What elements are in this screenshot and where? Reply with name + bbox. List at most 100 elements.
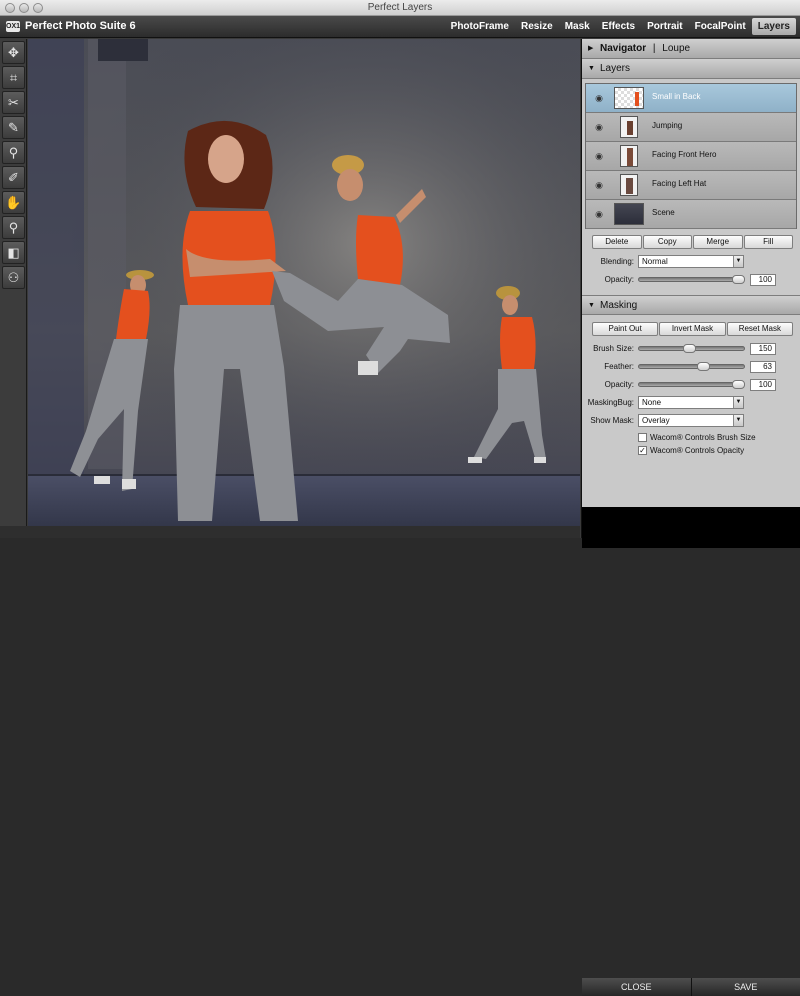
- layer-thumbnail: [620, 174, 638, 196]
- copy-layer-button[interactable]: Copy: [643, 235, 693, 249]
- retouch-tool[interactable]: ⚲: [2, 141, 25, 164]
- wacom-opacity-checkbox[interactable]: ✓: [638, 446, 647, 455]
- layer-name: Facing Left Hat: [652, 179, 706, 188]
- layer-row-jumping[interactable]: ◉ Jumping: [586, 113, 796, 142]
- merge-layer-button[interactable]: Merge: [693, 235, 743, 249]
- fill-layer-button[interactable]: Fill: [744, 235, 794, 249]
- layers-title: Layers: [600, 63, 630, 74]
- layer-row-facing-left-hat[interactable]: ◉ Facing Left Hat: [586, 171, 796, 200]
- brush-size-row: Brush Size: 150: [582, 340, 800, 358]
- visibility-eye-icon[interactable]: ◉: [594, 122, 604, 132]
- blending-row: Blending: Normal ▼: [582, 253, 800, 271]
- show-mask-label: Show Mask:: [582, 416, 634, 425]
- mask-opacity-value[interactable]: 100: [750, 379, 776, 391]
- retouch-icon: ⚲: [9, 145, 19, 160]
- show-mask-select[interactable]: Overlay ▼: [638, 414, 744, 427]
- compare-tool[interactable]: ◧: [2, 241, 25, 264]
- visibility-eye-icon[interactable]: ◉: [594, 209, 604, 219]
- layer-thumbnail: [614, 203, 644, 225]
- tab-mask[interactable]: Mask: [559, 18, 596, 35]
- paint-out-button[interactable]: Paint Out: [592, 322, 658, 336]
- hand-icon: ✋: [5, 195, 21, 210]
- feather-value[interactable]: 63: [750, 361, 776, 373]
- status-strip: [0, 526, 580, 538]
- chevron-down-icon: ▼: [733, 256, 743, 267]
- visibility-eye-icon[interactable]: ◉: [594, 180, 604, 190]
- hand-tool[interactable]: ✋: [2, 191, 25, 214]
- layers-list: ◉ Small in Back ◉ Jumping ◉ Facing Front…: [585, 83, 797, 229]
- tab-navigator[interactable]: Navigator: [600, 43, 646, 54]
- visibility-eye-icon[interactable]: ◉: [594, 151, 604, 161]
- layer-opacity-slider[interactable]: [638, 277, 745, 282]
- slider-knob[interactable]: [683, 344, 696, 353]
- navigator-header[interactable]: ▶ Navigator | Loupe: [582, 39, 800, 59]
- scissors-tool[interactable]: ✂: [2, 91, 25, 114]
- wacom-brush-size-option[interactable]: Wacom® Controls Brush Size: [582, 432, 800, 445]
- layer-row-small-in-back[interactable]: ◉ Small in Back: [586, 84, 796, 113]
- maskingbug-select[interactable]: None ▼: [638, 396, 744, 409]
- slider-knob[interactable]: [732, 380, 745, 389]
- brush-tool[interactable]: ✎: [2, 116, 25, 139]
- slider-knob[interactable]: [732, 275, 745, 284]
- masking-header[interactable]: ▼ Masking: [582, 295, 800, 315]
- crop-icon: ⌗: [10, 70, 17, 85]
- close-button[interactable]: CLOSE: [582, 978, 692, 996]
- wacom-opacity-option[interactable]: ✓ Wacom® Controls Opacity: [582, 445, 800, 458]
- mask-actions: Paint Out Invert Mask Reset Mask: [592, 322, 793, 336]
- eyedropper-icon: ✐: [8, 170, 19, 185]
- brush-size-value[interactable]: 150: [750, 343, 776, 355]
- app-window: Perfect Layers OX1 Perfect Photo Suite 6…: [0, 0, 800, 538]
- tab-portrait[interactable]: Portrait: [641, 18, 689, 35]
- maskingbug-value: None: [642, 398, 661, 407]
- reset-mask-button[interactable]: Reset Mask: [727, 322, 793, 336]
- move-tool[interactable]: ✥: [2, 41, 25, 64]
- invert-mask-button[interactable]: Invert Mask: [659, 322, 725, 336]
- eyedropper-tool[interactable]: ✐: [2, 166, 25, 189]
- mask-opacity-slider[interactable]: [638, 382, 745, 387]
- layer-opacity-value[interactable]: 100: [750, 274, 776, 286]
- tab-loupe[interactable]: Loupe: [662, 43, 690, 54]
- wacom-brush-size-checkbox[interactable]: [638, 433, 647, 442]
- mask-opacity-row: Opacity: 100: [582, 376, 800, 394]
- layer-row-facing-front-hero[interactable]: ◉ Facing Front Hero: [586, 142, 796, 171]
- tab-photoframe[interactable]: PhotoFrame: [445, 18, 515, 35]
- panel-footer-area: CLOSE SAVE: [582, 507, 800, 548]
- feather-slider[interactable]: [638, 364, 745, 369]
- feather-row: Feather: 63: [582, 358, 800, 376]
- chevron-down-icon: ▼: [733, 397, 743, 408]
- expanded-triangle-icon: ▼: [588, 296, 595, 316]
- collapsed-triangle-icon: ▶: [588, 39, 593, 59]
- tab-focalpoint[interactable]: FocalPoint: [689, 18, 752, 35]
- brush-icon: ✎: [8, 120, 19, 135]
- tab-effects[interactable]: Effects: [596, 18, 641, 35]
- layer-row-scene[interactable]: ◉ Scene: [586, 200, 796, 229]
- image-canvas[interactable]: [28, 39, 580, 526]
- layer-opacity-label: Opacity:: [582, 275, 634, 284]
- slider-knob[interactable]: [697, 362, 710, 371]
- visibility-eye-icon[interactable]: ◉: [594, 93, 604, 103]
- show-mask-value: Overlay: [642, 416, 670, 425]
- save-button[interactable]: SAVE: [692, 978, 800, 996]
- delete-layer-button[interactable]: Delete: [592, 235, 642, 249]
- brush-size-slider[interactable]: [638, 346, 745, 351]
- maskingbug-row: MaskingBug: None ▼: [582, 394, 800, 412]
- crop-tool[interactable]: ⌗: [2, 66, 25, 89]
- layer-thumbnail: [620, 145, 638, 167]
- mask-opacity-label: Opacity:: [582, 380, 634, 389]
- binoculars-tool[interactable]: ⚇: [2, 266, 25, 289]
- brush-size-label: Brush Size:: [582, 344, 634, 353]
- blending-select[interactable]: Normal ▼: [638, 255, 744, 268]
- zoom-tool[interactable]: ⚲: [2, 216, 25, 239]
- layer-thumbnail: [614, 87, 644, 109]
- binoculars-icon: ⚇: [8, 270, 20, 285]
- tool-palette: ✥ ⌗ ✂ ✎ ⚲ ✐ ✋ ⚲ ◧ ⚇: [0, 39, 27, 538]
- layer-thumbnail: [620, 116, 638, 138]
- layer-opacity-row: Opacity: 100: [582, 271, 800, 289]
- compare-icon: ◧: [7, 245, 19, 260]
- layers-header[interactable]: ▼ Layers: [582, 59, 800, 79]
- tab-layers[interactable]: Layers: [752, 18, 796, 35]
- layer-name: Jumping: [652, 121, 682, 130]
- tab-resize[interactable]: Resize: [515, 18, 559, 35]
- feather-label: Feather:: [582, 362, 634, 371]
- footer-buttons: CLOSE SAVE: [582, 978, 800, 996]
